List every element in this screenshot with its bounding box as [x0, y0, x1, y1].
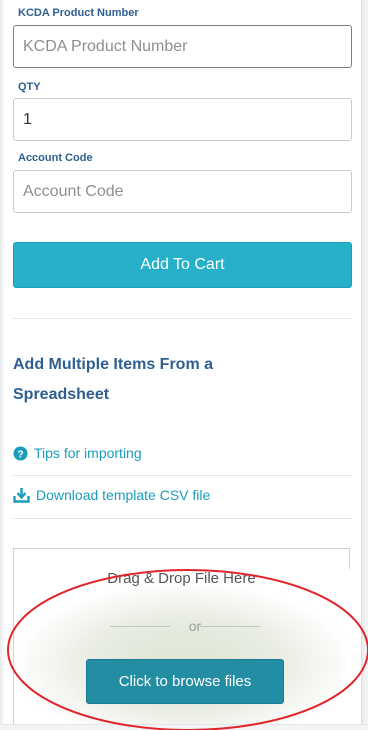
download-template-link[interactable]: Download template CSV file: [13, 487, 210, 503]
panel-scrollbar-edge: [361, 0, 368, 730]
tips-for-importing-link[interactable]: ? Tips for importing: [13, 445, 142, 461]
tips-link-text: Tips for importing: [34, 445, 142, 461]
account-code-label: Account Code: [18, 152, 93, 164]
or-divider-right: [200, 626, 260, 627]
drop-zone-text: Drag & Drop File Here: [107, 570, 256, 587]
section-divider: [13, 318, 352, 319]
or-divider-left: [110, 626, 170, 627]
svg-text:?: ?: [17, 449, 23, 460]
qty-input[interactable]: [13, 98, 352, 141]
download-link-text: Download template CSV file: [36, 487, 211, 503]
drop-zone-highlight: [14, 569, 351, 729]
download-icon: [13, 487, 30, 503]
bottom-edge: [0, 724, 368, 730]
spreadsheet-section-title: Add Multiple Items From a Spreadsheet: [13, 356, 214, 403]
product-number-input[interactable]: [13, 25, 352, 68]
link-divider: [13, 475, 352, 476]
link-divider-2: [13, 518, 352, 519]
account-code-input[interactable]: [13, 170, 352, 213]
browse-files-button[interactable]: Click to browse files: [86, 659, 284, 704]
help-circle-icon: ?: [13, 445, 28, 461]
add-to-cart-button[interactable]: Add To Cart: [13, 242, 352, 288]
qty-label: QTY: [18, 81, 41, 93]
product-number-label: KCDA Product Number: [18, 7, 139, 19]
